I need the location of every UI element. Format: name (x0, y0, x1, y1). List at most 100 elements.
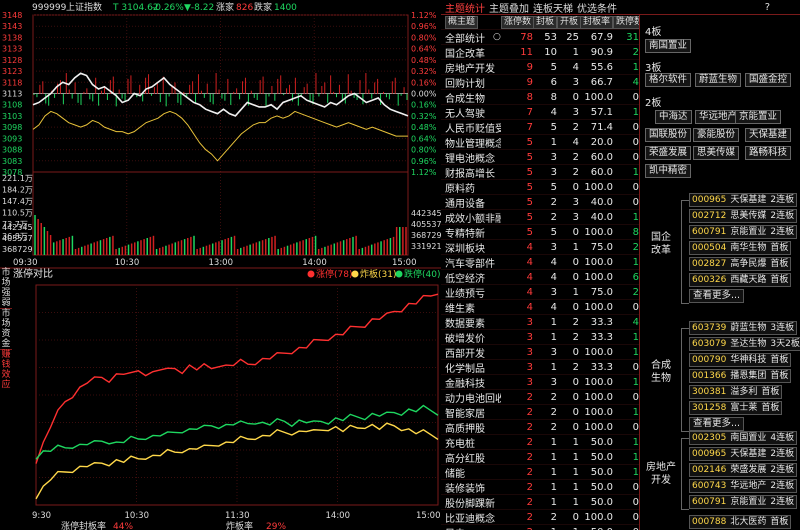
table-row[interactable]: 动力电池回收 2 2 0 100.0 0 (441, 390, 639, 405)
table-cell: 专精特新 (445, 228, 485, 240)
table-row[interactable]: 业绩预亏 4 3 1 75.0 2 (441, 285, 639, 300)
table-row[interactable]: 财报高增长 5 3 2 60.0 1 (441, 165, 639, 180)
table-cell: 1 (550, 451, 557, 463)
table-cell: 0 (632, 421, 639, 433)
vol-tick-right: 405537 (411, 220, 441, 229)
stock-board-count: 4连板 (770, 433, 795, 443)
view-more-button[interactable]: 查看更多... (689, 289, 745, 303)
table-row[interactable]: 智能家居 2 2 0 100.0 1 (441, 405, 639, 420)
ladder-stock-chip[interactable]: 京能置业 (735, 110, 782, 124)
ladder-stock-chip[interactable]: 路畅科技 (745, 146, 792, 160)
table-row[interactable]: 原料药 5 5 0 100.0 0 (441, 180, 639, 195)
stock-name: 溢多利 (730, 387, 758, 397)
panel-tab[interactable]: 主题叠加 (489, 0, 529, 15)
table-cell: 3 (572, 196, 579, 208)
table-row[interactable]: 合成生物 8 8 0 100.0 0 (441, 90, 639, 105)
limit-up-compare-chart[interactable]: 涨停对比 涨停(78) 炸板(31) 跌停(40) 9:30 10:30 11:30 14:0… (11, 265, 441, 530)
ladder-stock-chip[interactable]: 中海达 (655, 110, 692, 124)
ladder-stock-chip[interactable]: 凯中精密 (645, 164, 692, 178)
ladder-stock-chip[interactable]: 荣盛发展 (645, 146, 692, 160)
table-cell: 全部统计 (445, 33, 485, 45)
table-row[interactable]: 充电桩 2 1 1 50.0 1 (441, 435, 639, 450)
table-cell: 2 (526, 391, 533, 403)
ladder-stock-chip[interactable]: 国联股份 (645, 128, 692, 142)
table-row[interactable]: 房地产开发 9 5 4 55.6 1 (441, 60, 639, 75)
panel-tab[interactable]: 优选条件 (577, 0, 617, 15)
table-cell: 5 (526, 181, 533, 193)
table-row[interactable]: 数据要素 3 1 2 33.3 4 (441, 315, 639, 330)
table-cell: 0 (632, 196, 639, 208)
table-row[interactable]: 人民币贬值受益 7 5 2 71.4 0 (441, 120, 639, 135)
sector-stock-row[interactable]: 000965 天保基建 2连板 (689, 447, 798, 461)
sector-stock-row[interactable]: 002827 高争民爆 首板 (689, 257, 792, 271)
table-row[interactable]: 高质押股 2 2 0 100.0 0 (441, 420, 639, 435)
table-row[interactable]: 股份脚踝新 2 1 1 50.0 0 (441, 495, 639, 510)
table-row[interactable]: 无人驾驶 7 4 3 57.1 1 (441, 105, 639, 120)
sector-stock-row[interactable]: 000788 北大医药 首板 (689, 515, 792, 529)
table-row[interactable]: 成效小额非融 5 2 3 40.0 1 (441, 210, 639, 225)
sector-stock-row[interactable]: 603079 圣达生物 3天2板 (689, 337, 800, 351)
table-row[interactable]: 专精特新 5 5 0 100.0 8 (441, 225, 639, 240)
sector-stock-row[interactable]: 600743 华远地产 2连板 (689, 479, 798, 493)
panel-tab[interactable]: 连板天梯 (533, 0, 573, 15)
sector-stock-row[interactable]: 000504 南华生物 首板 (689, 241, 792, 255)
table-row[interactable]: 破增发价 3 1 2 33.3 1 (441, 330, 639, 345)
table-cell: 4 (632, 76, 639, 88)
table-row[interactable]: 深圳板块 4 3 1 75.0 2 (441, 240, 639, 255)
table-row[interactable]: 汽车零部件 4 4 0 100.0 1 (441, 255, 639, 270)
column-header[interactable]: 概主题 (445, 15, 479, 29)
table-row[interactable]: 回购计划 9 6 3 66.7 4 (441, 75, 639, 90)
sector-stock-row[interactable]: 002146 荣盛发展 2连板 (689, 463, 798, 477)
sector-stock-row[interactable]: 001366 播恩集团 首板 (689, 369, 792, 383)
table-row[interactable]: 物业管理概念 5 1 4 20.0 0 (441, 135, 639, 150)
vol-tick-left-2: 368729 (2, 245, 33, 254)
down-label: 跌家 (254, 1, 272, 13)
table-row[interactable]: 全部统计 78 53 25 67.9 31 ○ (441, 30, 639, 45)
vol-tick-right: 331921 (411, 242, 441, 251)
column-header[interactable]: 开板 (557, 15, 582, 29)
sector-stock-row[interactable]: 301258 富士莱 首板 (689, 401, 783, 415)
table-row[interactable]: 化学制品 3 1 2 33.3 0 (441, 360, 639, 375)
column-header[interactable]: 跌停数 (613, 15, 639, 29)
table-cell: 1 (632, 406, 639, 418)
table-cell: 0 (632, 136, 639, 148)
table-cell: 2 (550, 211, 557, 223)
sector-stock-row[interactable]: 603739 蔚蓝生物 3连板 (689, 321, 798, 335)
table-row[interactable]: 装修装饰 2 1 1 50.0 0 (441, 480, 639, 495)
table-row[interactable]: 储能 2 1 1 50.0 1 (441, 465, 639, 480)
sector-stock-row[interactable]: 000790 华神科技 首板 (689, 353, 792, 367)
table-row[interactable]: 西部开发 3 3 0 100.0 1 (441, 345, 639, 360)
table-row[interactable]: 维生素 4 4 0 100.0 0 (441, 300, 639, 315)
view-more-button[interactable]: 查看更多... (689, 417, 745, 431)
column-header[interactable]: 封板率 (579, 15, 613, 29)
ladder-stock-chip[interactable]: 国盛金控 (745, 73, 792, 87)
limit-ladder: 4板 南国置业 3板 格尔软件 蔚蓝生物 国盛金控 2板 中海达 华远地产 京能置业 国联股份 豪能股… (641, 15, 800, 530)
ladder-stock-chip[interactable]: 思美传媒 (693, 146, 740, 160)
ladder-stock-chip[interactable]: 南国置业 (645, 39, 692, 53)
help-icon[interactable]: ? (765, 2, 770, 13)
column-header[interactable]: 涨停数 (501, 15, 535, 29)
table-row[interactable]: 比亚迪概念 2 2 0 100.0 0 (441, 510, 639, 525)
table-row[interactable]: 风电21150.00 (441, 525, 639, 530)
sector-stock-row[interactable]: 600326 西藏天路 首板 (689, 273, 792, 287)
sector-stock-row[interactable]: 000965 天保基建 2连板 (689, 193, 798, 207)
table-row[interactable]: 高分红股 2 1 1 50.0 1 (441, 450, 639, 465)
ladder-stock-chip[interactable]: 天保基建 (745, 128, 792, 142)
ladder-stock-chip[interactable]: 格尔软件 (645, 73, 692, 87)
sector-stock-row[interactable]: 600791 京能置业 2连板 (689, 225, 798, 239)
table-row[interactable]: 金融科技 3 3 0 100.0 1 (441, 375, 639, 390)
sector-stock-row[interactable]: 002712 思美传媒 2连板 (689, 209, 798, 223)
table-row[interactable]: 锂电池概念 5 3 2 60.0 0 (441, 150, 639, 165)
ladder-stock-chip[interactable]: 豪能股份 (693, 128, 740, 142)
sector-stock-row[interactable]: 300381 溢多利 首板 (689, 385, 783, 399)
column-header[interactable]: 封板 (533, 15, 558, 29)
ladder-stock-chip[interactable]: 蔚蓝生物 (695, 73, 742, 87)
panel-tab[interactable]: 主题统计 (445, 0, 485, 15)
sector-stock-row[interactable]: 002305 南国置业 4连板 (689, 431, 798, 445)
sector-stock-row[interactable]: 600791 京能置业 2连板 (689, 495, 798, 509)
price-tick-right: 0.48% (411, 56, 437, 65)
table-cell: 40.0 (590, 196, 613, 208)
table-row[interactable]: 通用设备 5 2 3 40.0 0 (441, 195, 639, 210)
table-row[interactable]: 国企改革 11 10 1 90.9 2 (441, 45, 639, 60)
table-row[interactable]: 低空经济 4 4 0 100.0 6 (441, 270, 639, 285)
